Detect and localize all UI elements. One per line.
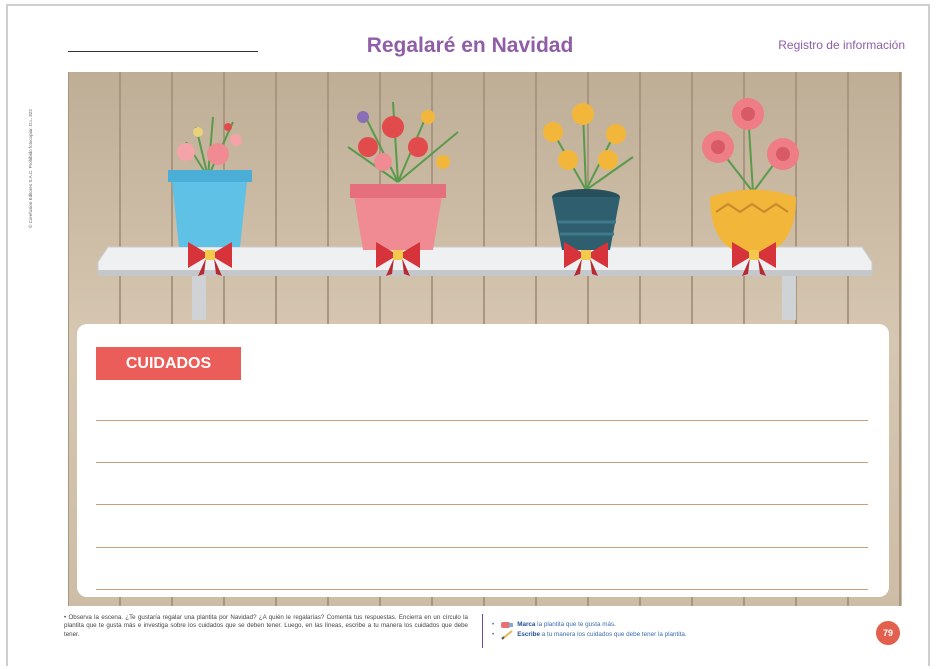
- bullet: •: [492, 631, 495, 639]
- task-mark-verb: Marca: [517, 621, 536, 629]
- writing-line-1[interactable]: [96, 420, 868, 421]
- writing-line-4[interactable]: [96, 547, 868, 548]
- shelf-bracket-left: [192, 272, 206, 320]
- writing-line-5[interactable]: [96, 589, 868, 590]
- task-mark-text: la plantita que te gusta más.: [537, 621, 616, 629]
- task-write: • Escribe a tu manera los cuidados que d…: [492, 630, 687, 640]
- task-list: • Marca la plantita que te gusta más. • …: [492, 620, 687, 640]
- task-write-text: a tu manera los cuidados que debe tener …: [541, 631, 687, 639]
- pencil-icon: [500, 630, 514, 640]
- section-label: Registro de información: [778, 38, 905, 52]
- bullet: •: [492, 621, 495, 629]
- copyright-note: © Corefusion Editores S.A.C. Prohibido f…: [28, 109, 33, 228]
- writing-line-3[interactable]: [96, 504, 868, 505]
- writing-line-2[interactable]: [96, 462, 868, 463]
- page-title: Regalaré en Navidad: [366, 34, 574, 57]
- page-number: 79: [876, 621, 900, 645]
- footer-divider: [482, 614, 483, 648]
- name-blank-line[interactable]: [68, 51, 258, 52]
- marker-icon: [500, 620, 514, 630]
- shelf-edge: [98, 270, 872, 276]
- task-mark: • Marca la plantita que te gusta más.: [492, 620, 687, 630]
- task-write-verb: Escribe: [517, 631, 540, 639]
- instructions-text: • Observa la escena. ¿Te gustaría regala…: [64, 614, 468, 638]
- care-label: CUIDADOS: [96, 347, 241, 380]
- shelf-bracket-right: [782, 272, 796, 320]
